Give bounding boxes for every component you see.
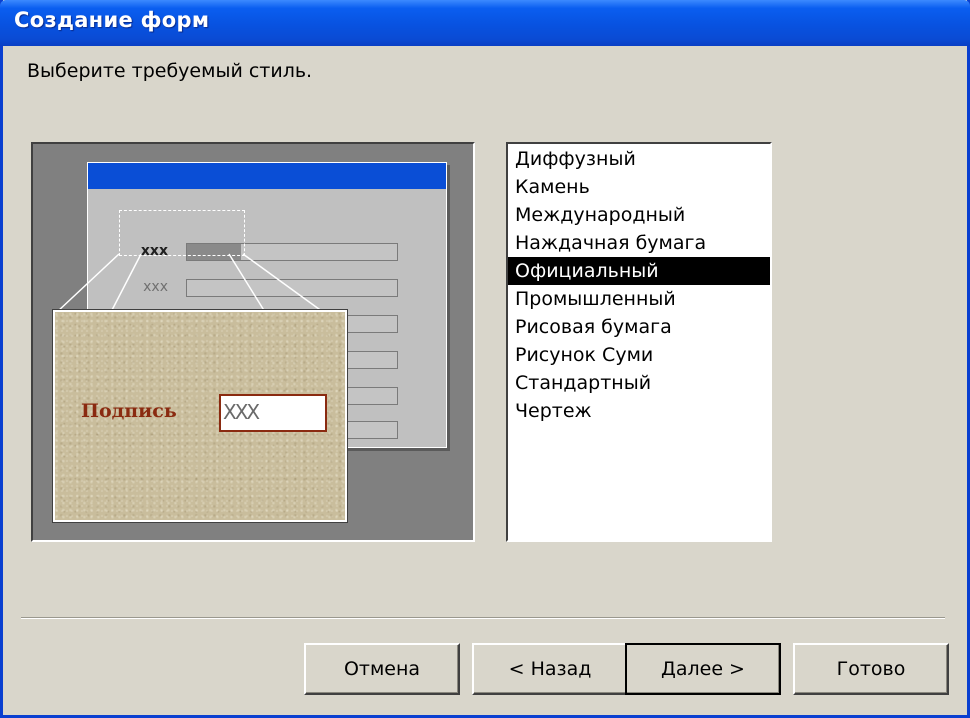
list-item[interactable]: Камень <box>508 173 770 201</box>
list-item[interactable]: Рисунок Суми <box>508 341 770 369</box>
finish-button[interactable]: Готово <box>793 643 949 695</box>
list-item[interactable]: Чертеж <box>508 397 770 425</box>
preview-zoom-panel: Подпись XXX <box>52 309 348 523</box>
preview-zoom-field: XXX <box>219 394 327 432</box>
list-item[interactable]: Рисовая бумага <box>508 313 770 341</box>
list-item[interactable]: Промышленный <box>508 285 770 313</box>
title-bar[interactable]: Создание форм <box>0 0 970 46</box>
list-item[interactable]: Стандартный <box>508 369 770 397</box>
list-item[interactable]: Наждачная бумага <box>508 229 770 257</box>
style-preview: xxx xxx xxxx Подпись XXX <box>31 142 475 542</box>
back-button[interactable]: < Назад <box>472 643 628 695</box>
instruction-text: Выберите требуемый стиль. <box>27 60 313 82</box>
next-button[interactable]: Далее > <box>625 643 781 695</box>
list-item-selected[interactable]: Официальный <box>508 257 770 285</box>
button-separator <box>21 617 945 619</box>
form-wizard-window: Создание форм Выберите требуемый стиль. … <box>0 0 970 718</box>
window-title: Создание форм <box>14 8 210 32</box>
style-listbox[interactable]: Диффузный Камень Международный Наждачная… <box>506 142 772 542</box>
cancel-button[interactable]: Отмена <box>304 643 460 695</box>
list-item[interactable]: Диффузный <box>508 145 770 173</box>
list-item[interactable]: Международный <box>508 201 770 229</box>
preview-zoom-label: Подпись <box>81 400 177 422</box>
